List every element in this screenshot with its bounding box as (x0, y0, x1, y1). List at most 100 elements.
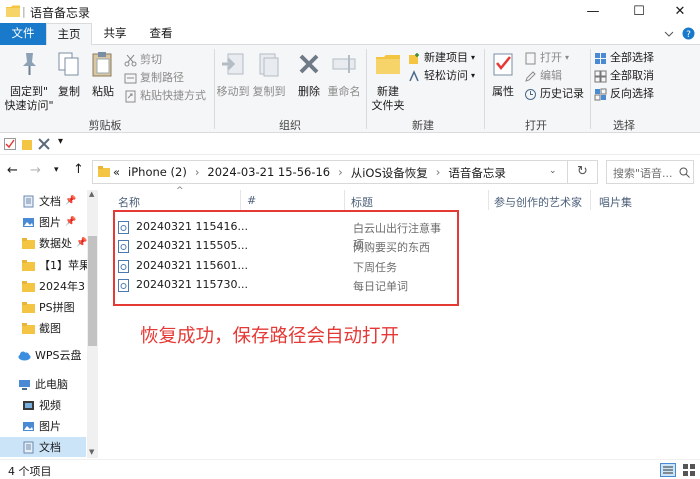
refresh-icon[interactable]: ↻ (577, 164, 588, 179)
nav-item-data-processing[interactable]: 数据处 📌 (22, 233, 87, 253)
maximize-button[interactable]: ☐ (616, 0, 662, 23)
pin-icon: 📌 (65, 196, 77, 206)
properties-check-icon[interactable] (4, 138, 16, 150)
title-bar: | 语音备忘录 — ☐ ✕ (0, 0, 700, 23)
column-header-contributing-artists[interactable]: 参与创作的艺术家 (494, 194, 582, 210)
close-button[interactable]: ✕ (660, 0, 700, 23)
sort-ascending-icon: ^ (176, 186, 184, 196)
nav-item-documents-pc[interactable]: 文档 (0, 437, 86, 457)
back-arrow-icon[interactable]: ← (7, 163, 18, 178)
nav-item-2024-folder[interactable]: 2024年3 (22, 276, 85, 296)
select-small-actions: 全部选择 全部取消 反向选择 (594, 49, 654, 103)
qat-customize-icon[interactable]: ▾ (58, 136, 63, 147)
highlight-box (113, 210, 459, 306)
open-small-actions: 打开 ▾ 编辑 历史记录 (524, 49, 584, 103)
up-arrow-icon[interactable]: ↑ (73, 162, 84, 177)
move-to-button[interactable]: 移动到 (216, 49, 250, 99)
new-item-button[interactable]: 新建项目 ▾ (408, 49, 475, 67)
tab-file[interactable]: 文件 (0, 23, 46, 45)
new-folder-button[interactable]: 新建 文件夹 (370, 49, 406, 113)
pin-icon: 📌 (76, 238, 88, 248)
folder-icon (22, 322, 35, 334)
copy-to-icon (259, 53, 279, 77)
open-icon (525, 52, 536, 64)
copy-button[interactable]: 复制 (54, 49, 84, 99)
search-input[interactable]: 搜索"语音... (606, 160, 694, 184)
copy-path-button[interactable]: 复制路径 (124, 69, 206, 87)
videos-icon (23, 400, 34, 410)
help-icon[interactable]: ? (682, 27, 695, 40)
status-bar: 4 个项目 (0, 459, 700, 479)
pin-to-quick-access-button[interactable]: 固定到" 快速访问" (4, 49, 54, 113)
nav-pane-scroll-thumb[interactable] (88, 236, 97, 346)
nav-item-this-pc[interactable]: 此电脑 (18, 374, 68, 394)
tab-home[interactable]: 主页 (46, 23, 92, 46)
open-group-label: 打开 (525, 119, 547, 132)
ribbon-divider (366, 49, 367, 129)
delete-button[interactable]: 删除 (294, 49, 324, 99)
breadcrumb-date[interactable]: 2024-03-21 15-56-16 (207, 165, 330, 181)
edit-button[interactable]: 编辑 (524, 67, 584, 85)
column-header-name[interactable]: 名称 (118, 194, 140, 210)
organize-group-label: 组织 (279, 119, 301, 132)
breadcrumb-iphone[interactable]: iPhone (2) (128, 165, 187, 181)
recent-locations-icon[interactable]: ▾ (54, 165, 59, 175)
rename-icon (332, 55, 356, 73)
select-all-icon (595, 52, 606, 64)
folder-icon (22, 301, 35, 313)
properties-button[interactable]: 属性 (486, 49, 520, 99)
ribbon: 固定到" 快速访问" 复制 粘贴 剪切 复制路径 粘贴快捷方式 剪贴板 移动到 … (0, 45, 700, 133)
select-none-button[interactable]: 全部取消 (594, 67, 654, 85)
nav-item-pictures[interactable]: 图片 📌 (22, 212, 76, 232)
paste-shortcut-button[interactable]: 粘贴快捷方式 (124, 87, 206, 105)
address-dropdown-icon[interactable]: ⌄ (549, 166, 557, 176)
paste-button[interactable]: 粘贴 (88, 49, 118, 99)
address-bar[interactable]: « iPhone (2) › 2024-03-21 15-56-16 › 从iO… (92, 160, 598, 184)
column-header-number[interactable]: # (247, 194, 256, 207)
large-icons-view-icon[interactable] (682, 463, 696, 477)
invert-selection-button[interactable]: 反向选择 (594, 85, 654, 103)
pin-icon (23, 53, 36, 75)
cloud-icon (18, 351, 31, 360)
history-button[interactable]: 历史记录 (524, 85, 584, 103)
ribbon-divider (484, 49, 485, 129)
copy-to-button[interactable]: 复制到 (250, 49, 288, 99)
folder-icon (22, 280, 35, 292)
clipboard-group-label: 剪贴板 (88, 119, 122, 132)
scroll-down-icon[interactable]: ▼ (89, 448, 94, 456)
forward-arrow-icon[interactable]: → (30, 163, 41, 178)
chevron-down-icon[interactable] (664, 29, 674, 39)
new-folder-icon (376, 55, 400, 74)
nav-item-wps-cloud[interactable]: WPS云盘 (18, 345, 82, 365)
breadcrumb-voice-memos[interactable]: 语音备忘录 (448, 165, 506, 181)
minimize-button[interactable]: — (570, 0, 616, 23)
tab-share[interactable]: 共享 (92, 23, 138, 45)
annotation-text: 恢复成功，保存路径会自动打开 (140, 326, 400, 347)
easy-access-button[interactable]: 轻松访问 ▾ (408, 67, 475, 85)
copy-path-icon (124, 73, 137, 83)
delete-small-icon[interactable] (38, 138, 50, 150)
breadcrumb-ios-recovery[interactable]: 从iOS设备恢复 (351, 165, 428, 181)
column-header-album[interactable]: 唱片集 (599, 194, 632, 210)
scroll-up-icon[interactable]: ▲ (89, 190, 94, 198)
tab-view[interactable]: 查看 (138, 23, 184, 45)
ribbon-divider (590, 49, 591, 129)
nav-item-screenshots[interactable]: 截图 (22, 318, 61, 338)
nav-item-pictures-pc[interactable]: 图片 (22, 416, 61, 436)
open-button[interactable]: 打开 ▾ (524, 49, 584, 67)
nav-item-videos[interactable]: 视频 (22, 395, 61, 415)
quick-access-toolbar: ▾ (0, 133, 700, 155)
cut-button[interactable]: 剪切 (124, 51, 206, 69)
column-header-title[interactable]: 标题 (351, 194, 373, 210)
nav-item-ps-collage[interactable]: PS拼图 (22, 297, 75, 317)
new-folder-small-icon[interactable] (22, 138, 32, 150)
rename-button[interactable]: 重命名 (326, 49, 362, 99)
nav-item-documents[interactable]: 文档 📌 (22, 191, 76, 211)
details-view-icon[interactable] (660, 463, 676, 477)
nav-item-apple-folder[interactable]: 【1】苹果 (22, 255, 90, 275)
pictures-icon (23, 217, 34, 227)
computer-icon (19, 379, 30, 390)
scissors-icon (124, 54, 137, 66)
select-all-button[interactable]: 全部选择 (594, 49, 654, 67)
breadcrumb-overflow[interactable]: « (113, 165, 120, 181)
